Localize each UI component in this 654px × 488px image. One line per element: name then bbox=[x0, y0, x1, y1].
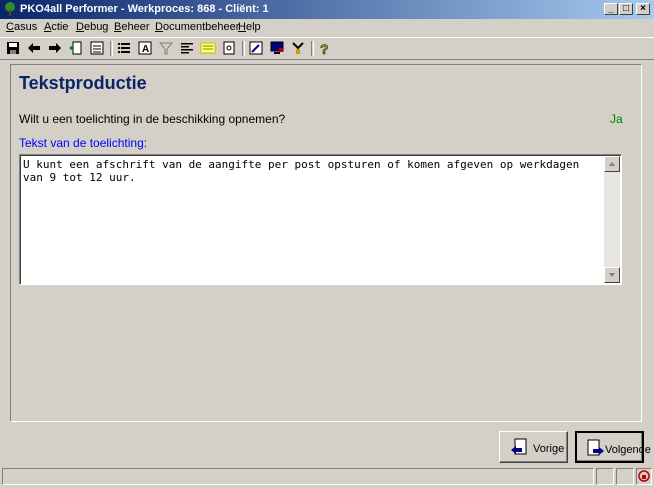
document-arrow-icon[interactable] bbox=[68, 40, 84, 56]
next-button[interactable]: Volgende bbox=[575, 431, 651, 463]
vertical-scrollbar[interactable] bbox=[604, 156, 620, 283]
filter-icon[interactable] bbox=[158, 40, 174, 56]
menu-help[interactable]: Help bbox=[238, 21, 261, 33]
align-icon[interactable] bbox=[179, 40, 195, 56]
toelichting-text[interactable]: U kunt een afschrift van de aangifte per… bbox=[23, 158, 603, 184]
tools-icon[interactable] bbox=[290, 40, 306, 56]
toolbar-separator bbox=[242, 41, 245, 56]
calendar-icon[interactable] bbox=[89, 40, 105, 56]
question-label: Wilt u een toelichting in de beschikking… bbox=[19, 112, 286, 126]
back-arrow-icon[interactable] bbox=[26, 40, 42, 56]
arrow-down-icon bbox=[609, 273, 615, 277]
answer-value: Ja bbox=[610, 112, 623, 126]
svg-text:A: A bbox=[142, 44, 149, 55]
menu-debug[interactable]: Debug bbox=[76, 21, 108, 33]
tree-icon bbox=[5, 2, 15, 16]
text-a-icon[interactable]: A bbox=[137, 40, 153, 56]
svg-text:?: ? bbox=[320, 41, 329, 56]
page-title: Tekstproductie bbox=[19, 73, 147, 93]
monitor-icon[interactable] bbox=[269, 40, 285, 56]
forward-page-icon bbox=[587, 439, 604, 456]
menu-documentbeheer[interactable]: Documentbeheer bbox=[155, 21, 239, 33]
maximize-button[interactable]: □ bbox=[619, 3, 633, 15]
forward-arrow-icon[interactable] bbox=[47, 40, 63, 56]
toelichting-textarea[interactable]: U kunt een afschrift van de aangifte per… bbox=[19, 154, 622, 285]
scroll-up-button[interactable] bbox=[604, 156, 620, 172]
close-button[interactable]: × bbox=[636, 3, 650, 15]
back-page-icon bbox=[511, 438, 527, 455]
status-cell bbox=[596, 468, 614, 485]
highlight-icon[interactable] bbox=[200, 40, 216, 56]
scroll-down-button[interactable] bbox=[604, 267, 620, 283]
menu-casus[interactable]: Casus bbox=[6, 21, 37, 33]
page-icon[interactable] bbox=[221, 40, 237, 56]
status-bar bbox=[0, 466, 654, 488]
window-title: PKO4all Performer - Werkproces: 868 - Cl… bbox=[20, 3, 269, 15]
toolbar: A ? bbox=[0, 37, 654, 60]
status-cell-icon bbox=[636, 468, 652, 485]
edit-form-icon[interactable] bbox=[248, 40, 264, 56]
title-bar: PKO4all Performer - Werkproces: 868 - Cl… bbox=[0, 0, 654, 19]
minimize-button[interactable]: _ bbox=[604, 3, 618, 15]
menu-beheer[interactable]: Beheer bbox=[114, 21, 149, 33]
menu-bar: Casus Actie Debug Beheer Documentbeheer … bbox=[0, 19, 654, 36]
list-icon[interactable] bbox=[116, 40, 132, 56]
next-button-label: Volgende bbox=[605, 444, 651, 456]
menu-actie[interactable]: Actie bbox=[44, 21, 68, 33]
arrow-up-icon bbox=[609, 162, 615, 166]
status-cell bbox=[616, 468, 634, 485]
prev-button-label: Vorige bbox=[533, 443, 565, 455]
save-icon[interactable] bbox=[5, 40, 21, 56]
lock-icon bbox=[638, 470, 650, 482]
help-icon[interactable]: ? bbox=[316, 40, 332, 56]
toelichting-label: Tekst van de toelichting: bbox=[19, 136, 148, 150]
status-cell-main bbox=[2, 468, 594, 485]
toolbar-separator bbox=[110, 41, 113, 56]
toolbar-separator bbox=[311, 41, 314, 56]
prev-button[interactable]: Vorige bbox=[499, 431, 568, 463]
